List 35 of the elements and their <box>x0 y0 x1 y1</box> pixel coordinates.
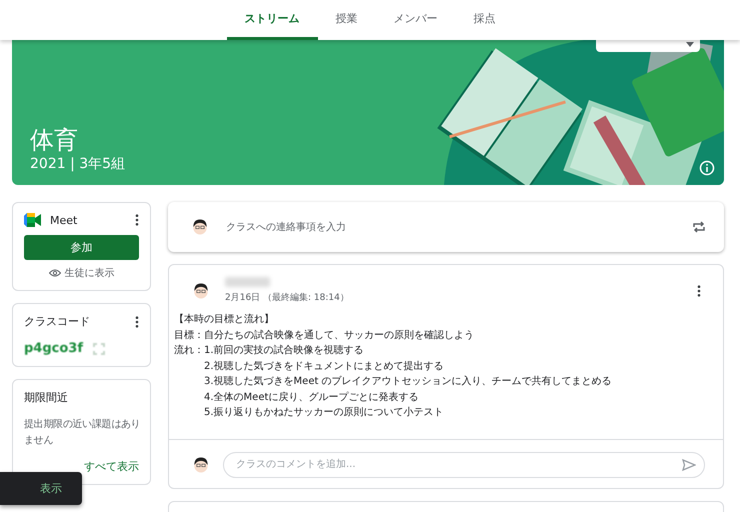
no-work-message: 提出期限の近い課題はありません <box>24 418 142 448</box>
announcement-field[interactable]: クラスへの連絡事項を入力 <box>224 220 678 234</box>
post-line: 1.前回の実技の試合映像を視聴する <box>204 344 364 358</box>
tab[interactable]: 採点 <box>456 0 514 40</box>
tab[interactable]: メンバー <box>376 0 456 40</box>
comment-field[interactable]: クラスのコメントを追加... <box>223 452 705 478</box>
meet-title: Meet <box>50 214 78 226</box>
post-line: 3.視聴した気づきをMeet のブレイクアウトセッションに入り、チームで共有してまとめる <box>204 376 612 387</box>
more-icon[interactable] <box>135 214 139 226</box>
view-all-link[interactable]: すべて表示 <box>24 459 139 474</box>
post-line: 目標：自分たちの試合映像を通して、サッカーの原則を確認しよう <box>174 328 475 342</box>
post-label: 流れ： <box>174 344 204 358</box>
tab[interactable]: 授業 <box>318 0 376 40</box>
snackbar-action[interactable]: 表示 <box>40 481 62 496</box>
post-line: 2.視聴した気づきをドキュメントにまとめて提出する <box>204 360 444 372</box>
customize-button[interactable] <box>596 40 700 52</box>
send-icon[interactable] <box>682 458 696 470</box>
post-line: 4.全体のMeetに戻り、グループごとに発表する <box>204 392 418 402</box>
blurred-author-name <box>225 277 270 287</box>
post-line: 5.振り返りもかねたサッカーの原則について小テスト <box>204 407 444 418</box>
more-icon[interactable] <box>135 316 139 328</box>
class-code: p4gco3f <box>24 341 83 356</box>
more-icon[interactable] <box>697 284 701 296</box>
post-date: 2月16日 （最終編集: 18:14） <box>225 292 350 304</box>
class-subtitle: 2021 | 3年5組 <box>30 155 126 173</box>
repost-icon[interactable] <box>692 220 706 234</box>
join-button[interactable]: 参加 <box>24 235 139 260</box>
card-title: 期限間近 <box>24 390 69 405</box>
info-icon[interactable] <box>699 160 715 176</box>
show-to-students-link[interactable]: 生徒に表示 <box>48 266 114 280</box>
class-title: 体育 <box>30 125 78 155</box>
eye-icon <box>48 269 60 277</box>
video-camera-icon <box>24 213 42 227</box>
card-title: クラスコード <box>24 314 90 329</box>
post-line: 【本時の目標と流れ】 <box>174 312 275 327</box>
